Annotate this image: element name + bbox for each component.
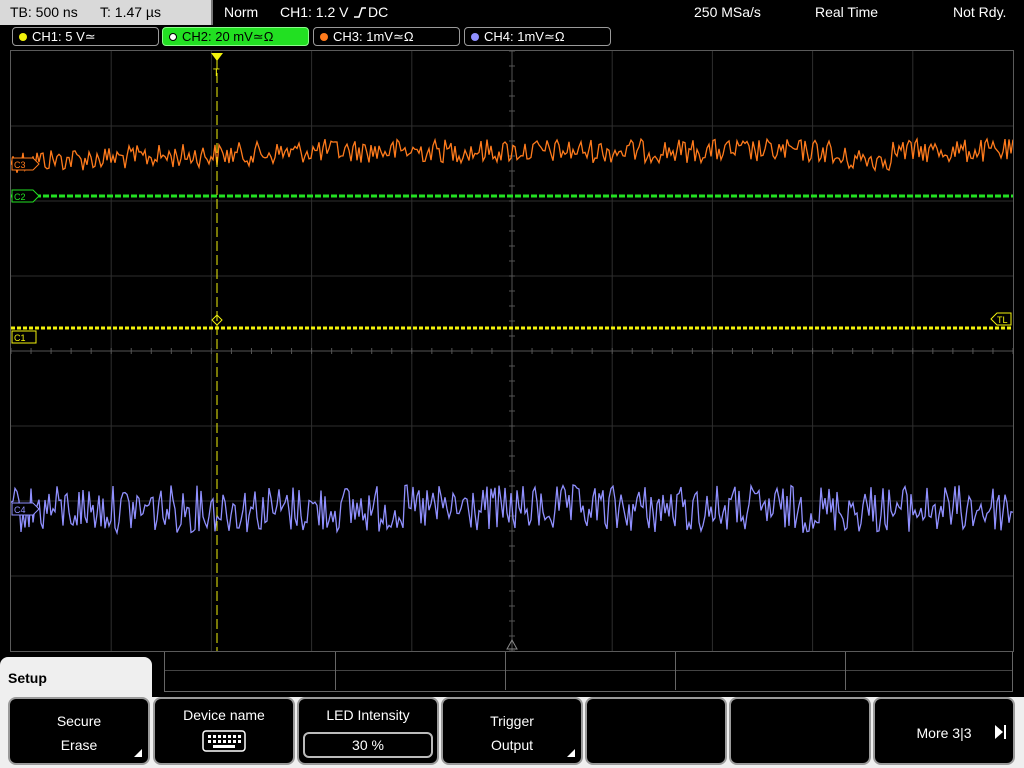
channel-bar: CH1: 5 V≃ CH2: 20 mV≃Ω CH3: 1mV≃Ω CH4: 1… — [0, 26, 1024, 48]
led-intensity-button[interactable]: LED Intensity 30 % — [297, 697, 439, 765]
tab-ch1[interactable]: CH1: 5 V≃ — [12, 27, 159, 46]
menu-title-tab: Setup — [0, 657, 152, 697]
device-name-button[interactable]: Device name — [153, 697, 295, 765]
trigger-source[interactable]: CH1: 1.2 V — [280, 0, 348, 24]
memory-timeline — [164, 652, 1013, 692]
trigger-level-marker[interactable]: TL — [990, 312, 1012, 326]
timebase-box[interactable]: TB: 500 ns T: 1.47 µs — [0, 0, 213, 25]
device-name-label: Device name — [183, 707, 265, 723]
menu-title: Setup — [8, 670, 47, 686]
ch4-label: CH4: 1mV≃Ω — [484, 29, 565, 44]
trigger-position-label: T — [213, 67, 220, 79]
softkey-5-empty[interactable] — [585, 697, 727, 765]
tab-ch3[interactable]: CH3: 1mV≃Ω — [313, 27, 460, 46]
ch1-label: CH1: 5 V≃ — [32, 29, 96, 44]
ch2-label: CH2: 20 mV≃Ω — [182, 29, 274, 44]
timebase-value: TB: 500 ns — [10, 4, 78, 20]
ch1-marker-label: C1 — [14, 333, 26, 343]
ch4-marker-label: C4 — [14, 505, 26, 515]
rising-edge-icon — [354, 7, 366, 18]
ch2-marker-label: C2 — [14, 192, 26, 202]
trigger-output-label-2: Output — [490, 737, 534, 753]
tab-ch4[interactable]: CH4: 1mV≃Ω — [464, 27, 611, 46]
keyboard-icon — [202, 730, 246, 752]
ch2-dot-icon — [169, 33, 177, 41]
trigger-time-value: T: 1.47 µs — [100, 4, 161, 20]
trigger-mode[interactable]: Norm — [224, 0, 258, 24]
next-page-bar-icon — [1004, 725, 1006, 739]
waveform-canvas: T C3 C2 C1 C4 TL — [11, 51, 1013, 651]
trigger-output-button[interactable]: Trigger Output — [441, 697, 583, 765]
secure-erase-label-1: Secure — [56, 713, 102, 729]
softkey-bar: Secure Erase Device name LED Intensity 3… — [0, 697, 1024, 768]
ch2-ground-marker[interactable]: C2 — [11, 189, 40, 203]
secure-erase-label-2: Erase — [60, 737, 98, 753]
sample-rate: 250 MSa/s — [694, 4, 761, 20]
ch3-label: CH3: 1mV≃Ω — [333, 29, 414, 44]
trigger-level-label: TL — [997, 315, 1008, 325]
tab-ch2[interactable]: CH2: 20 mV≃Ω — [162, 27, 309, 46]
graticule — [11, 51, 1013, 651]
secure-erase-button[interactable]: Secure Erase — [8, 697, 150, 765]
more-label: More 3|3 — [916, 725, 972, 741]
softkey-6-empty[interactable] — [729, 697, 871, 765]
submenu-corner-icon — [134, 749, 142, 757]
led-intensity-label: LED Intensity — [326, 707, 410, 723]
trigger-output-label-1: Trigger — [490, 713, 534, 729]
ch3-dot-icon — [320, 33, 328, 41]
trigger-status: Not Rdy. — [953, 4, 1007, 20]
more-button[interactable]: More 3|3 — [873, 697, 1015, 765]
ch4-ground-marker[interactable]: C4 — [11, 502, 40, 516]
led-intensity-value[interactable]: 30 % — [303, 732, 433, 758]
trigger-coupling: DC — [368, 4, 389, 20]
waveform-display[interactable]: T C3 C2 C1 C4 TL — [10, 50, 1014, 652]
ch1-ground-marker[interactable]: C1 — [11, 330, 37, 344]
ch3-ground-marker[interactable]: C3 — [11, 157, 40, 171]
acquisition-mode: Real Time — [815, 4, 879, 20]
ch4-dot-icon — [471, 33, 479, 41]
submenu-corner-icon — [567, 749, 575, 757]
status-bar: TB: 500 ns T: 1.47 µs Norm CH1: 1.2 V DC… — [0, 0, 1024, 26]
next-page-arrow-icon — [995, 725, 1003, 739]
ch3-marker-label: C3 — [14, 160, 26, 170]
ch1-dot-icon — [19, 33, 27, 41]
